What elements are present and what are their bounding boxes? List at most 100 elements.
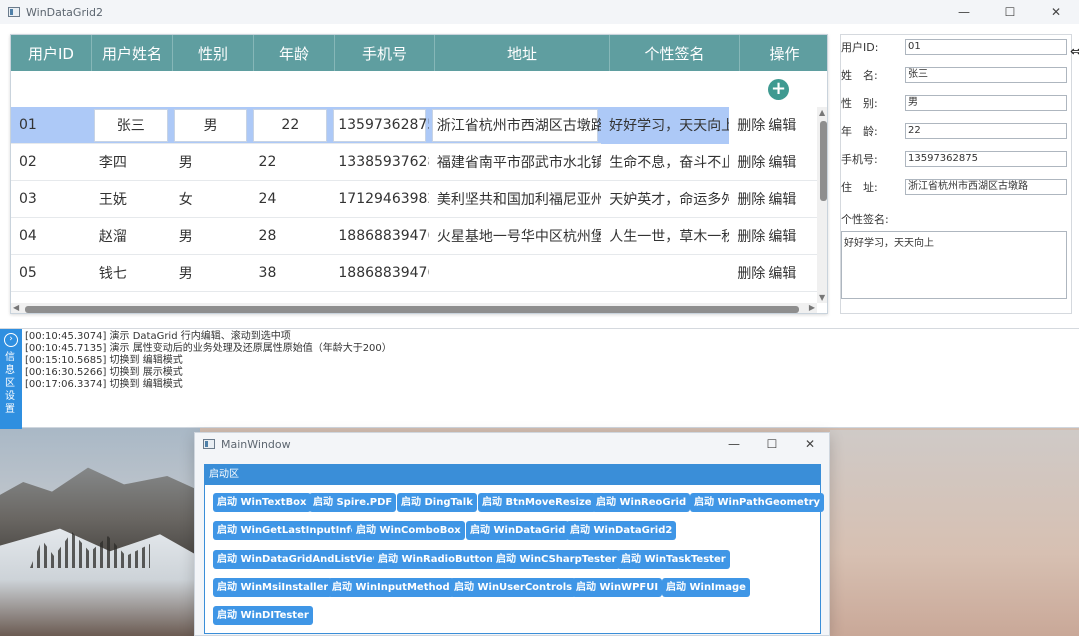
launch-button[interactable]: 启动 WinCSharpTester: [492, 550, 621, 569]
col-header-phone[interactable]: 手机号: [335, 35, 435, 71]
title-bar: MainWindow — ☐ ✕: [195, 433, 829, 455]
delete-link[interactable]: 删除: [737, 189, 765, 209]
name-edit-input[interactable]: 张三: [93, 108, 168, 142]
launch-button[interactable]: 启动 WinTextBox: [213, 493, 311, 512]
address-field[interactable]: 浙江省杭州市西湖区古墩路: [905, 179, 1067, 195]
launch-button[interactable]: 启动 WinDataGridAndListView: [213, 550, 386, 569]
table-row[interactable]: 05 钱七 男 38 18868839476 删除 编辑: [11, 255, 817, 292]
user-datagrid[interactable]: 用户ID 用户姓名 性别 年龄 手机号 地址 个性签名 操作 + 01 张三 男…: [10, 34, 828, 314]
scroll-up-icon[interactable]: ▲: [819, 108, 825, 117]
col-header-name[interactable]: 用户姓名: [92, 35, 173, 71]
age-edit-input[interactable]: 22: [253, 108, 328, 142]
launch-button[interactable]: 启动 WinDataGrid2: [566, 521, 677, 540]
launch-button[interactable]: 启动 WinComboBox: [352, 521, 465, 540]
log-line: [00:15:10.5685] 切换到 编辑模式: [25, 355, 183, 366]
scroll-left-icon[interactable]: ◀: [13, 303, 19, 312]
scroll-down-icon[interactable]: ▼: [819, 293, 825, 302]
window-title: WinDataGrid2: [26, 5, 104, 19]
launch-button[interactable]: 启动 DingTalk: [397, 493, 477, 512]
age-label: 年 龄:: [841, 125, 878, 138]
launch-button[interactable]: 启动 WinWPFUI: [572, 578, 663, 597]
maximize-button[interactable]: ☐: [753, 432, 791, 456]
windatagrid2-window: WinDataGrid2 — ☐ ✕ 用户ID 用户姓名 性别 年龄 手机号 地…: [0, 0, 1079, 429]
launch-button[interactable]: 启动 WinInputMethod: [328, 578, 454, 597]
col-header-actions[interactable]: 操作: [740, 35, 827, 71]
edit-link[interactable]: 编辑: [768, 152, 796, 172]
age-field[interactable]: 22: [905, 123, 1067, 139]
cell-phone: 18868839476: [330, 292, 429, 303]
launch-button[interactable]: 启动 WinMsiInstaller: [213, 578, 333, 597]
user-id-label: 用户ID:: [841, 41, 879, 54]
delete-link[interactable]: 删除: [737, 115, 765, 135]
table-row[interactable]: 02 李四 男 22 13385937628 福建省南平市邵武市水北镇 生命不息…: [11, 144, 817, 181]
launch-button[interactable]: 启动 WinImage: [662, 578, 750, 597]
log-line: [00:16:30.5266] 切换到 展示模式: [25, 367, 183, 378]
user-id-field[interactable]: 01: [905, 39, 1067, 55]
desktop-wallpaper-right: [830, 430, 1079, 636]
edit-link[interactable]: 编辑: [768, 226, 796, 246]
edit-link[interactable]: 编辑: [768, 115, 796, 135]
delete-link[interactable]: 删除: [737, 226, 765, 246]
launch-button[interactable]: 启动 WinGetLastInputInfo: [213, 521, 362, 540]
close-button[interactable]: ✕: [791, 432, 829, 456]
vertical-scroll-thumb[interactable]: [820, 121, 827, 201]
launch-button[interactable]: 启动 WinRadioButton: [374, 550, 498, 569]
delete-link[interactable]: 删除: [737, 263, 765, 283]
launch-button[interactable]: 启动 WinDITester: [213, 606, 313, 625]
table-row[interactable]: 01 张三 男 22 13597362875 浙江省杭州市西湖区古墩路 好好学习…: [11, 107, 817, 144]
col-header-gender[interactable]: 性别: [173, 35, 254, 71]
close-button[interactable]: ✕: [1033, 0, 1079, 24]
cell-id: 01: [19, 117, 37, 133]
horizontal-scroll-thumb[interactable]: [25, 306, 799, 313]
resize-cursor-icon: ⇔: [1070, 44, 1079, 60]
col-header-age[interactable]: 年龄: [254, 35, 335, 71]
name-field[interactable]: 张三: [905, 67, 1067, 83]
horizontal-scrollbar[interactable]: ◀ ▶: [11, 303, 817, 313]
phone-field[interactable]: 13597362875: [905, 151, 1067, 167]
sign-label: 个性签名:: [841, 213, 889, 226]
cell-phone: 13385937628: [338, 154, 429, 170]
sign-textarea[interactable]: 好好学习，天天向上: [841, 231, 1067, 299]
expand-arrow-icon[interactable]: ›: [4, 333, 18, 347]
cell-address: 福建省南平市邵武市水北镇: [436, 155, 602, 171]
gender-field[interactable]: 男: [905, 95, 1067, 111]
col-header-sign[interactable]: 个性签名: [610, 35, 740, 71]
gender-edit-input[interactable]: 男: [173, 108, 248, 142]
launch-button[interactable]: 启动 WinTaskTester: [617, 550, 730, 569]
log-line: [00:10:45.7135] 演示 属性变动后的业务处理及还原属性原始值（年龄…: [25, 343, 392, 354]
launch-button[interactable]: 启动 WinPathGeometry: [690, 493, 825, 512]
scroll-right-icon[interactable]: ▶: [809, 303, 815, 312]
delete-link[interactable]: 删除: [737, 152, 765, 172]
col-header-address[interactable]: 地址: [435, 35, 610, 71]
edit-link[interactable]: 编辑: [768, 263, 796, 283]
col-header-id[interactable]: 用户ID: [11, 35, 92, 71]
log-lines: [00:10:45.3074] 演示 DataGrid 行内编辑、滚动到选中项 …: [25, 331, 392, 391]
table-row[interactable]: 03 王妩 女 24 17129463982 美利坚共和国加利福尼亚州 天妒英才…: [11, 181, 817, 218]
info-side-bar[interactable]: › 信息区设置: [0, 329, 22, 429]
address-edit-input[interactable]: 浙江省杭州市西湖区古墩路: [431, 108, 601, 142]
table-row[interactable]: 06 孙八 男 8 18868839476 删除 编辑: [11, 292, 817, 303]
cell-id: 03: [19, 191, 37, 207]
phone-edit-input[interactable]: 13597362875: [333, 108, 429, 142]
launch-button[interactable]: 启动 WinReoGrid: [592, 493, 691, 512]
launch-button[interactable]: 启动 WinDataGrid: [466, 521, 570, 540]
edit-link[interactable]: 编辑: [768, 189, 796, 209]
launch-button[interactable]: 启动 BtnMoveResize: [478, 493, 596, 512]
add-row-icon[interactable]: +: [768, 79, 789, 100]
table-row[interactable]: 04 赵溜 男 28 18868839476 火星基地一号华中区杭州堡 人生一世…: [11, 218, 817, 255]
cell-id: 02: [19, 154, 37, 170]
launch-button[interactable]: 启动 Spire.PDF: [309, 493, 397, 512]
cell-id: 06: [11, 292, 91, 303]
info-log-area: › 信息区设置 [00:10:45.3074] 演示 DataGrid 行内编辑…: [0, 328, 1079, 429]
cell-address: [429, 292, 601, 304]
log-line: [00:10:45.3074] 演示 DataGrid 行内编辑、滚动到选中项: [25, 331, 291, 342]
maximize-button[interactable]: ☐: [987, 0, 1033, 24]
cell-gender: 男: [178, 155, 193, 171]
minimize-button[interactable]: —: [941, 0, 987, 24]
cell-name: 赵溜: [98, 229, 127, 245]
launch-button[interactable]: 启动 WinUserControls: [450, 578, 577, 597]
minimize-button[interactable]: —: [715, 432, 753, 456]
cell-sign: [601, 255, 729, 292]
user-detail-panel: 用户ID: 01 姓 名: 张三 性 别: 男 年 龄: 22 手机号: 135…: [840, 34, 1072, 314]
vertical-scrollbar[interactable]: ▲ ▼: [817, 107, 827, 303]
